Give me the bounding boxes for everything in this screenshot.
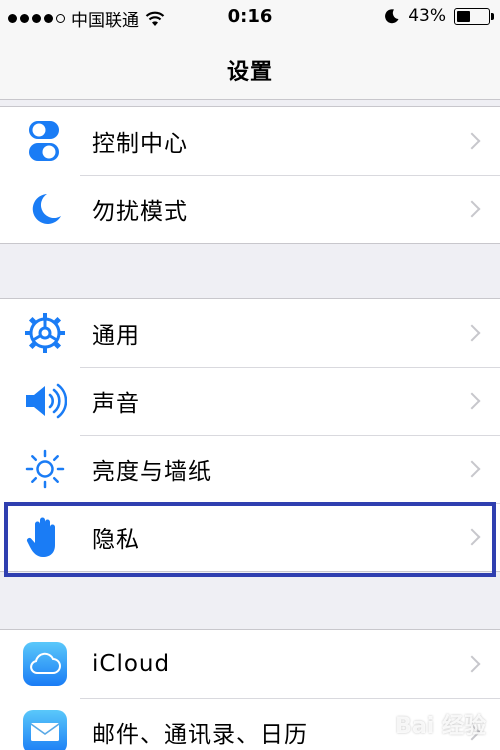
settings-row-control-center[interactable]: 控制中心 <box>0 107 500 175</box>
mail-icon <box>22 709 68 750</box>
moon-status-icon <box>385 9 399 24</box>
sun-icon <box>22 446 68 492</box>
settings-row-brightness-wallpaper[interactable]: 亮度与墙纸 <box>0 435 500 503</box>
settings-row-label: 勿扰模式 <box>92 199 188 225</box>
navigation-bar: 设置 <box>0 36 500 100</box>
chevron-right-icon <box>463 392 481 410</box>
settings-row-label: 邮件、通讯录、日历 <box>92 722 308 748</box>
settings-row-label: 通用 <box>92 323 140 349</box>
gear-icon <box>22 310 68 356</box>
status-right: 43% <box>384 6 494 26</box>
chevron-right-icon <box>463 460 481 478</box>
hand-icon <box>22 514 68 560</box>
chevron-right-icon <box>463 528 481 546</box>
chevron-right-icon <box>463 132 481 150</box>
battery-percent: 43% <box>408 6 446 26</box>
moon-icon <box>22 186 68 232</box>
watermark: Bai 经验 <box>395 714 486 739</box>
toggle-switches-icon <box>22 118 68 164</box>
settings-row-privacy[interactable]: 隐私 <box>0 503 500 571</box>
cloud-icon <box>22 641 68 687</box>
settings-row-icloud[interactable]: iCloud <box>0 630 500 698</box>
chevron-right-icon <box>463 324 481 342</box>
settings-row-do-not-disturb[interactable]: 勿扰模式 <box>0 175 500 243</box>
settings-row-sounds[interactable]: 声音 <box>0 367 500 435</box>
settings-group-1: 控制中心 勿扰模式 <box>0 106 500 244</box>
settings-row-label: 控制中心 <box>92 131 188 157</box>
settings-group-2: 通用 声音 亮度与墙纸 隐私 <box>0 298 500 572</box>
status-bar: 中国联通 0:16 43% <box>0 0 500 36</box>
settings-row-general[interactable]: 通用 <box>0 299 500 367</box>
speaker-icon <box>22 378 68 424</box>
settings-row-label: 声音 <box>92 391 140 417</box>
chevron-right-icon <box>463 200 481 218</box>
battery-icon <box>454 7 494 25</box>
chevron-right-icon <box>463 655 481 673</box>
settings-row-label: 亮度与墙纸 <box>92 459 212 485</box>
page-title: 设置 <box>226 60 273 85</box>
settings-row-label: iCloud <box>92 651 171 677</box>
settings-row-label: 隐私 <box>92 527 140 553</box>
